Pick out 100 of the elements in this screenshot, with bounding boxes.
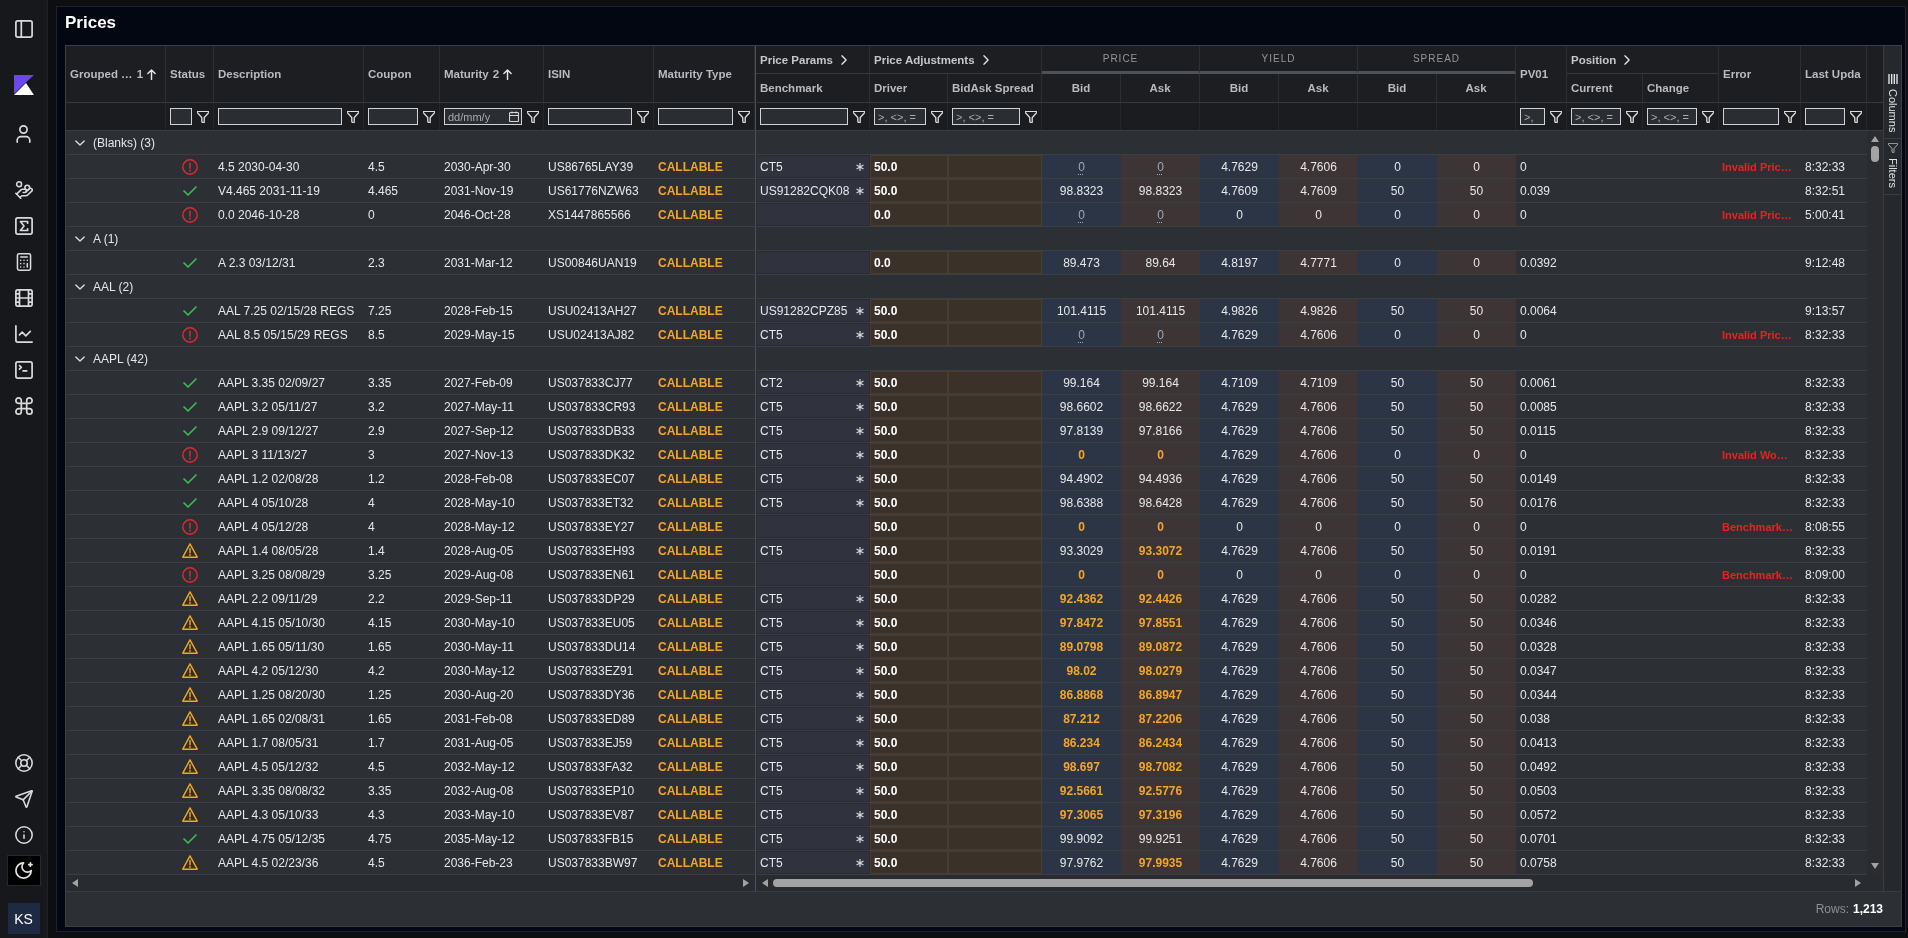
filter-input[interactable]	[170, 108, 192, 125]
asterisk-icon[interactable]	[856, 330, 864, 339]
column-header[interactable]: Bid	[1042, 74, 1121, 102]
asterisk-icon[interactable]	[856, 402, 864, 411]
filter-icon[interactable]	[1550, 110, 1562, 123]
filter-icon[interactable]	[1850, 110, 1862, 123]
asterisk-icon[interactable]	[856, 690, 864, 699]
user-icon[interactable]	[16, 125, 31, 143]
asterisk-icon[interactable]	[856, 498, 864, 507]
sigma-icon[interactable]	[14, 217, 33, 235]
column-header[interactable]: Error	[1719, 46, 1801, 102]
scroll-left-icon[interactable]	[72, 879, 78, 887]
filter-icon[interactable]	[527, 110, 539, 123]
column-group-header[interactable]: Price Adjustments	[870, 46, 1042, 74]
column-header[interactable]: Description	[214, 46, 364, 102]
filter-input[interactable]	[1723, 108, 1779, 125]
filter-icon[interactable]	[1626, 110, 1638, 123]
filter-input[interactable]	[1805, 108, 1845, 125]
filter-input[interactable]	[658, 108, 733, 125]
asterisk-icon[interactable]	[856, 186, 864, 195]
scroll-right-icon[interactable]	[743, 879, 749, 887]
filter-icon[interactable]	[1784, 110, 1796, 123]
asterisk-icon[interactable]	[856, 738, 864, 747]
filter-icon[interactable]	[1702, 110, 1714, 123]
chevron-down-icon[interactable]	[75, 139, 85, 146]
column-header[interactable]: Maturity Type	[654, 46, 755, 102]
filter-input[interactable]	[368, 108, 418, 125]
column-header[interactable]: Ask	[1279, 74, 1358, 102]
calculator-icon[interactable]	[14, 253, 33, 271]
scroll-left-icon[interactable]	[762, 879, 768, 887]
column-header[interactable]: Bid	[1200, 74, 1279, 102]
filter-icon[interactable]	[197, 110, 209, 123]
column-header[interactable]: Grouped … 1	[66, 46, 166, 102]
asterisk-icon[interactable]	[856, 666, 864, 675]
asterisk-icon[interactable]	[856, 306, 864, 315]
column-group-header[interactable]: Price Params	[756, 46, 870, 74]
asterisk-icon[interactable]	[856, 858, 864, 867]
sort-ascending-icon[interactable]	[503, 68, 513, 80]
logo-icon[interactable]	[13, 75, 34, 95]
terminal-icon[interactable]	[14, 361, 33, 379]
asterisk-icon[interactable]	[856, 762, 864, 771]
chevron-down-icon[interactable]	[75, 283, 85, 290]
user-avatar[interactable]: KS	[7, 903, 40, 934]
filter-icon[interactable]	[347, 110, 359, 123]
asterisk-icon[interactable]	[856, 786, 864, 795]
film-icon[interactable]	[14, 289, 33, 307]
scrollbar-thumb[interactable]	[1871, 146, 1879, 162]
chevron-right-icon[interactable]	[1624, 54, 1631, 65]
asterisk-icon[interactable]	[856, 834, 864, 843]
asterisk-icon[interactable]	[856, 162, 864, 171]
scrollbar-thumb[interactable]	[773, 879, 1533, 887]
column-header[interactable]: Driver	[870, 74, 948, 102]
column-header[interactable]: BidAsk Spread	[948, 74, 1042, 102]
column-header[interactable]: Ask	[1437, 74, 1516, 102]
filter-icon[interactable]	[738, 110, 750, 123]
column-header[interactable]: Bid	[1358, 74, 1437, 102]
theme-toggle-button[interactable]	[6, 855, 41, 886]
asterisk-icon[interactable]	[856, 426, 864, 435]
filter-input[interactable]: >,	[1520, 108, 1545, 125]
tool-panel-button[interactable]: Filters	[1884, 139, 1901, 196]
asterisk-icon[interactable]	[856, 594, 864, 603]
filter-input[interactable]	[760, 108, 848, 125]
send-icon[interactable]	[14, 790, 33, 808]
column-group-header[interactable]: Position	[1567, 46, 1719, 74]
filter-icon[interactable]	[637, 110, 649, 123]
filter-icon[interactable]	[853, 110, 865, 123]
filter-input[interactable]	[218, 108, 342, 125]
column-header[interactable]: Benchmark	[756, 74, 870, 102]
chevron-down-icon[interactable]	[75, 235, 85, 242]
date-filter-field[interactable]: dd/mm/y	[444, 108, 522, 125]
scroll-down-icon[interactable]	[1871, 863, 1879, 869]
filter-input[interactable]: >, <>, =	[952, 108, 1020, 125]
filter-icon[interactable]	[423, 110, 435, 123]
asterisk-icon[interactable]	[856, 450, 864, 459]
column-header[interactable]: Change	[1643, 74, 1719, 102]
sort-ascending-icon[interactable]	[147, 68, 157, 80]
sidebar-toggle-icon[interactable]	[14, 20, 33, 38]
column-header[interactable]: Maturity 2	[440, 46, 544, 102]
chevron-right-icon[interactable]	[840, 54, 847, 65]
filter-icon[interactable]	[1025, 110, 1037, 123]
filter-input[interactable]: >, <>, =	[1647, 108, 1697, 125]
column-header[interactable]: Last Upda	[1801, 46, 1867, 102]
asterisk-icon[interactable]	[856, 474, 864, 483]
column-header[interactable]: Ask	[1121, 74, 1200, 102]
filter-input[interactable]: >, <>, =	[874, 108, 926, 125]
asterisk-icon[interactable]	[856, 378, 864, 387]
vertical-scrollbar[interactable]	[1867, 131, 1883, 875]
filter-input[interactable]: >, <>, =	[1571, 108, 1621, 125]
calendar-icon[interactable]	[509, 111, 519, 122]
hand-coins-icon[interactable]	[14, 181, 33, 199]
info-icon[interactable]	[14, 826, 33, 844]
column-header[interactable]: Status	[166, 46, 214, 102]
tool-panel-button[interactable]: Columns	[1884, 70, 1901, 140]
line-chart-icon[interactable]	[14, 325, 33, 343]
column-header[interactable]: ISIN	[544, 46, 654, 102]
filter-input[interactable]	[548, 108, 632, 125]
column-header[interactable]: PV01	[1516, 46, 1567, 102]
scroll-right-icon[interactable]	[1855, 879, 1861, 887]
filter-icon[interactable]	[931, 110, 943, 123]
lifebuoy-icon[interactable]	[14, 754, 33, 772]
